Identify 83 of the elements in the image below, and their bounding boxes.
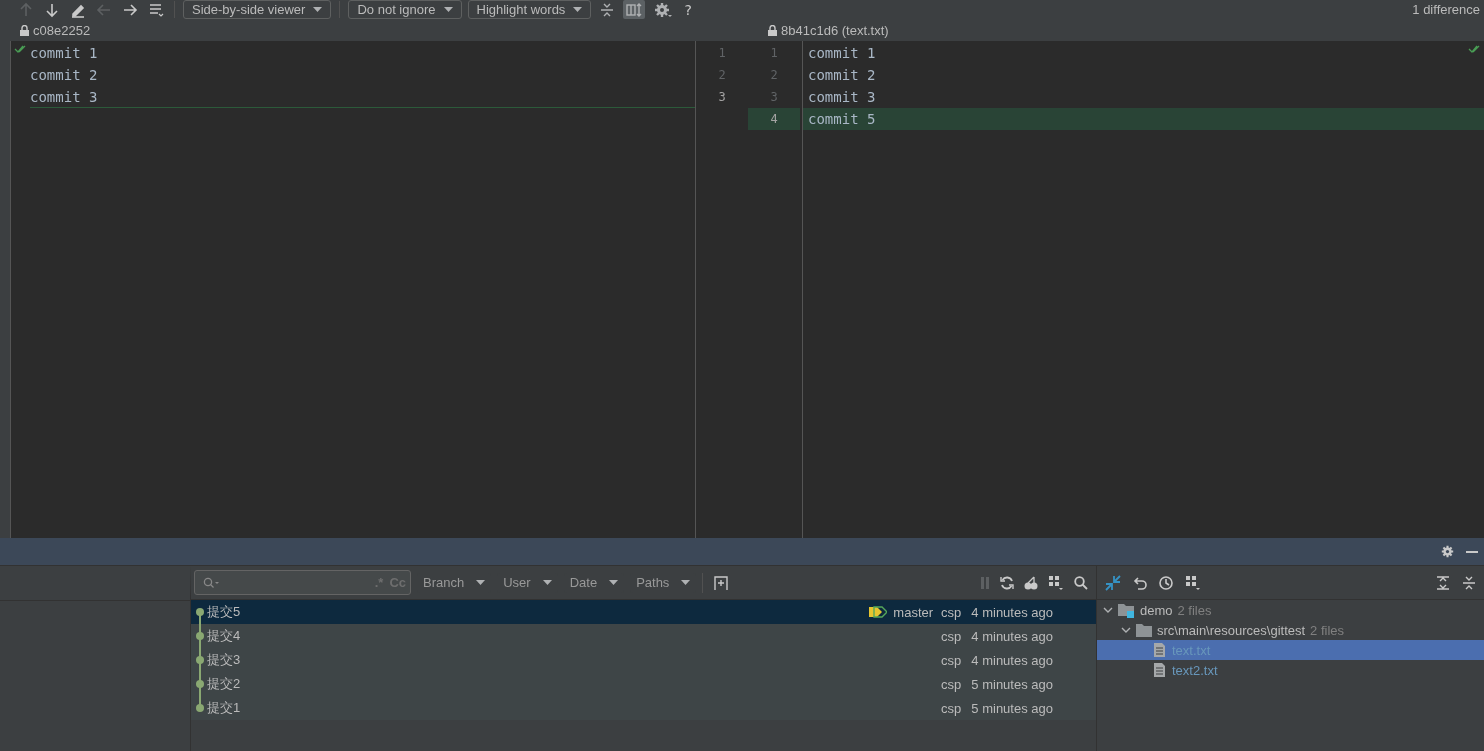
viewer-dropdown[interactable]: Highlight words	[467, 0, 592, 19]
commit-row[interactable]: 提交1 csp 5 minutes ago	[191, 696, 1096, 720]
line-number: 4	[770, 112, 778, 126]
lock-icon	[20, 24, 29, 36]
commit-message: 提交4	[207, 627, 241, 645]
code-line: commit 3	[30, 89, 98, 105]
caret-icon	[573, 7, 583, 12]
cherry-icon[interactable]	[1024, 575, 1038, 590]
undo-icon[interactable]	[1133, 575, 1147, 590]
commit-message: 提交3	[207, 651, 241, 669]
sync-scroll-icon[interactable]	[623, 0, 646, 19]
commit-author: csp	[941, 604, 962, 620]
branch-label: master	[893, 604, 934, 620]
folder-icon	[1118, 602, 1135, 618]
code-line: commit 5	[808, 111, 876, 127]
commit-message: 提交2	[207, 675, 241, 693]
caret-icon	[313, 7, 323, 12]
graph-node-icon	[195, 648, 205, 672]
commit-message: 提交5	[207, 603, 241, 621]
graph-node-icon	[195, 624, 205, 648]
tag-icon	[869, 606, 888, 618]
grid-icon[interactable]	[1048, 574, 1064, 591]
line-number: 1	[770, 46, 778, 60]
commit-author: csp	[941, 628, 962, 644]
caret-icon	[681, 580, 691, 585]
line-number: 1	[718, 46, 726, 60]
tree-item[interactable]: text2.txt	[1172, 662, 1218, 678]
tree-item[interactable]: demo	[1140, 602, 1173, 618]
code-line: commit 2	[30, 67, 98, 83]
commit-row[interactable]: 提交5 master csp 4 minutes ago	[191, 600, 1096, 624]
chevron-icon[interactable]	[1121, 625, 1131, 635]
file-count: 2 files	[1310, 622, 1345, 638]
caret-icon	[609, 580, 619, 585]
line-number: 3	[770, 90, 778, 104]
lock-icon	[768, 24, 777, 36]
caret-icon	[443, 7, 453, 12]
search-icon[interactable]	[1074, 575, 1088, 590]
code-line: commit 2	[808, 67, 876, 83]
graph-node-icon	[195, 672, 205, 696]
commit-author: csp	[941, 652, 962, 668]
revision-title: 8b41c1d6 (text.txt)	[781, 22, 889, 38]
file-count: 2 files	[1177, 602, 1212, 618]
minimize-icon[interactable]	[1466, 550, 1478, 553]
commit-date: 4 minutes ago	[971, 628, 1053, 644]
clock-icon[interactable]	[1159, 575, 1173, 590]
folder-icon	[1136, 623, 1152, 637]
commit-row[interactable]: 提交2 csp 5 minutes ago	[191, 672, 1096, 696]
viewer-dropdown[interactable]: Do not ignore	[348, 0, 462, 19]
difference-count: 1 difference	[1412, 2, 1480, 17]
tree-item[interactable]: src\main\resources\gittest	[1157, 622, 1306, 638]
file-icon	[1154, 643, 1165, 657]
code-line: commit 3	[808, 89, 876, 105]
commit-date: 5 minutes ago	[971, 676, 1053, 692]
commit-row[interactable]: 提交4 csp 4 minutes ago	[191, 624, 1096, 648]
chevron-icon[interactable]	[1103, 605, 1113, 615]
commit-author: csp	[941, 700, 962, 716]
viewer-dropdown[interactable]: Side-by-side viewer	[183, 0, 332, 19]
line-number: 3	[718, 90, 726, 104]
settings-icon[interactable]	[1441, 545, 1454, 558]
compare-icon[interactable]	[1105, 574, 1121, 591]
scrollbar[interactable]	[0, 41, 11, 538]
caret-icon	[542, 580, 552, 585]
collapse-all-icon[interactable]	[1462, 575, 1476, 590]
commit-message: 提交1	[207, 699, 241, 717]
code-line: commit 1	[808, 45, 876, 61]
check-icon	[1468, 45, 1480, 54]
help-button[interactable]: ?	[681, 0, 695, 19]
code-line: commit 1	[30, 45, 98, 61]
commit-date: 4 minutes ago	[971, 604, 1053, 620]
commit-date: 5 minutes ago	[971, 700, 1053, 716]
revision-title: c08e2252	[33, 22, 91, 38]
file-icon	[1154, 663, 1165, 677]
caret-icon	[476, 580, 486, 585]
commit-author: csp	[941, 676, 962, 692]
new-tab-icon[interactable]	[713, 575, 730, 590]
line-number: 2	[770, 68, 778, 82]
refresh-icon[interactable]	[1000, 575, 1014, 590]
commit-row[interactable]: 提交3 csp 4 minutes ago	[191, 648, 1096, 672]
commit-date: 4 minutes ago	[971, 652, 1053, 668]
line-number: 2	[718, 68, 726, 82]
check-icon	[14, 45, 26, 54]
grid-icon[interactable]	[1185, 574, 1201, 591]
expand-all-icon[interactable]	[1436, 575, 1450, 590]
